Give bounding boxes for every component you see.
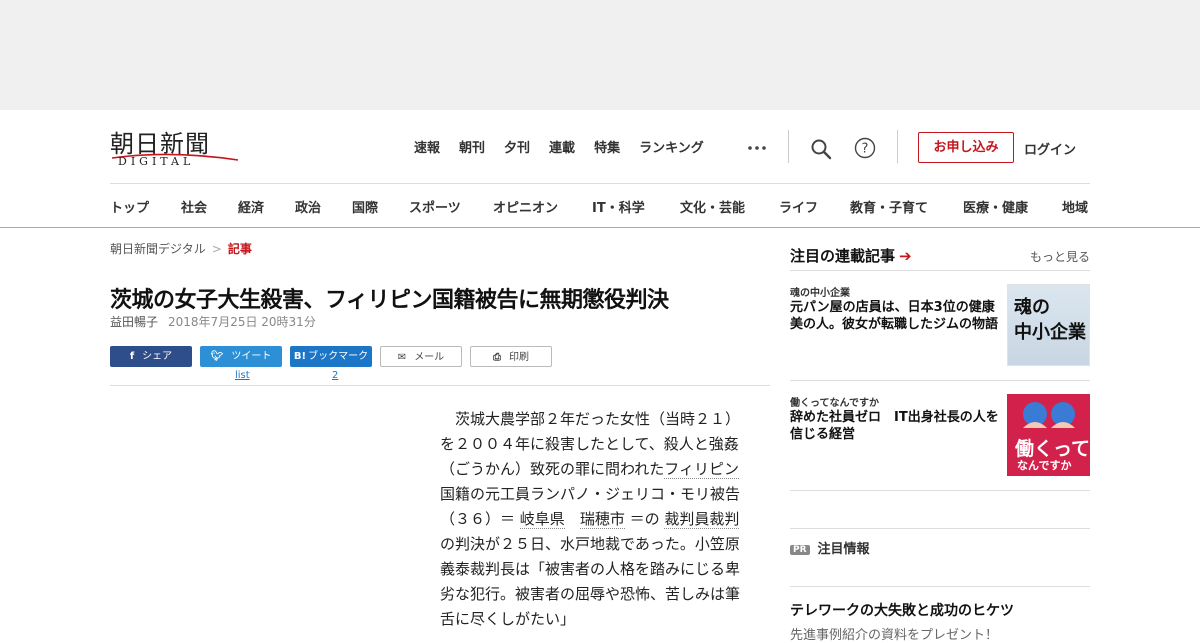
category-item-health[interactable]: 医療・健康 [963, 197, 1028, 216]
breadcrumb-home[interactable]: 朝日新聞デジタル [110, 242, 206, 256]
pr-section-label: PR 注目情報 [790, 538, 870, 557]
article-title: 茨城の女子大生殺害、フィリピン国籍被告に無期懲役判決 [110, 288, 669, 313]
category-item-life[interactable]: ライフ [779, 197, 818, 216]
hatena-bookmark-label: ブックマーク [308, 351, 369, 362]
category-item-education[interactable]: 教育・子育て [850, 197, 928, 216]
thumbnail-text: なんですか [1017, 459, 1072, 472]
twitter-share-button[interactable]: 🐦︎ ツイート [200, 346, 282, 367]
sidebar-divider [790, 380, 1090, 381]
series-thumbnail: 働くって なんですか [1007, 394, 1090, 476]
see-more-link[interactable]: もっと見る [1030, 248, 1090, 265]
link-gifu[interactable]: 岐阜県 [519, 510, 565, 529]
category-item-economy[interactable]: 経済 [238, 197, 264, 216]
site-header: 朝日新聞 DIGITAL 速報 朝刊 夕刊 連載 特集 ランキング ? お申し込… [0, 110, 1200, 228]
series-headline: 辞めた社員ゼロ IT出身社長の人を信じる経営 [790, 410, 999, 442]
topnav-item-rensai[interactable]: 連載 [549, 137, 575, 156]
sidebar-divider [790, 528, 1090, 529]
twitter-icon: 🐦︎ [210, 351, 224, 362]
featured-series-label: 注目の連載記事 [790, 247, 896, 265]
topnav-item-choukan[interactable]: 朝刊 [459, 137, 485, 156]
article-paragraph: 茨城大農学部２年だった女性（当時２１）を２００４年に殺害したとして、殺人と強姦（… [440, 407, 750, 632]
category-item-politics[interactable]: 政治 [295, 197, 321, 216]
featured-series-item[interactable]: 働くってなんですか 辞めた社員ゼロ IT出身社長の人を信じる経営 働くって なん… [790, 394, 1090, 478]
sidebar-divider [790, 490, 1090, 491]
top-nav: 速報 朝刊 夕刊 連載 特集 ランキング [414, 137, 723, 156]
share-buttons: f シェア 🐦︎ ツイート list B! ブックマーク 2 ✉ メール ⎙ 印刷 [110, 346, 770, 386]
article-byline: 益田暢子 2018年7月25日 20時31分 [110, 313, 316, 330]
help-icon[interactable]: ? [854, 137, 876, 159]
article-body: 茨城大農学部２年だった女性（当時２１）を２００４年に殺害したとして、殺人と強姦（… [440, 407, 750, 632]
topnav-item-tokushu[interactable]: 特集 [594, 137, 620, 156]
facebook-share-button[interactable]: f シェア [110, 346, 192, 367]
body-text: ＝の [629, 510, 660, 528]
article-author: 益田暢子 [110, 315, 159, 329]
pr-headline-link[interactable]: テレワークの大失敗と成功のヒケツ [790, 600, 1014, 620]
featured-series-title[interactable]: 注目の連載記事 ➔ [790, 245, 912, 266]
category-item-culture[interactable]: 文化・芸能 [680, 197, 745, 216]
thumbnail-text: 魂の 中小企業 [1014, 297, 1086, 343]
series-headline: 元パン屋の店員は、日本3位の健康美の人。彼女が転職したジムの物語 [790, 300, 999, 332]
featured-series-item[interactable]: 魂の中小企業 元パン屋の店員は、日本3位の健康美の人。彼女が転職したジムの物語 … [790, 284, 1090, 368]
twitter-share-label: ツイート [231, 351, 272, 362]
category-item-top[interactable]: トップ [110, 197, 149, 216]
login-link[interactable]: ログイン [1024, 139, 1076, 158]
people-illustration-icon [1023, 402, 1075, 428]
print-icon: ⎙ [493, 352, 501, 363]
subscribe-button[interactable]: お申し込み [918, 132, 1014, 163]
header-separator [110, 183, 1090, 184]
pr-badge: PR [790, 545, 810, 555]
header-divider [897, 130, 898, 163]
article-main: 朝日新聞デジタル > 記事 茨城の女子大生殺害、フィリピン国籍被告に無期懲役判決 益… [110, 240, 770, 628]
category-nav: トップ 社会 経済 政治 国際 スポーツ オピニオン IT・科学 文化・芸能 ラ… [110, 197, 1110, 217]
pr-label: 注目情報 [817, 542, 870, 557]
series-thumbnail: 魂の 中小企業 [1007, 284, 1090, 366]
category-item-society[interactable]: 社会 [181, 197, 207, 216]
arrow-right-icon: ➔ [899, 247, 912, 265]
twitter-count-link[interactable]: list [235, 370, 250, 381]
breadcrumb: 朝日新聞デジタル > 記事 [110, 240, 770, 257]
category-item-sports[interactable]: スポーツ [409, 197, 461, 216]
link-mizuho[interactable]: 瑞穂市 [579, 510, 625, 529]
link-saibanin[interactable]: 裁判員裁判 [664, 510, 740, 529]
category-item-it-science[interactable]: IT・科学 [592, 197, 645, 216]
breadcrumb-current: 記事 [227, 242, 252, 256]
logo-digital: DIGITAL [118, 155, 195, 168]
svg-text:?: ? [862, 142, 869, 157]
facebook-icon: f [129, 351, 135, 362]
body-text: の判決が２５日、水戸地裁であった。小笠原義泰裁判長は「被害者の人格を踏みにじる卑… [440, 535, 741, 628]
link-philippines[interactable]: フィリピン [664, 460, 739, 479]
series-name: 魂の中小企業 [790, 288, 850, 299]
hatena-icon: B! [293, 351, 307, 362]
hatena-count-link[interactable]: 2 [332, 370, 338, 381]
category-item-region[interactable]: 地域 [1062, 197, 1088, 216]
mail-share-button[interactable]: ✉ メール [380, 346, 462, 367]
topnav-item-ranking[interactable]: ランキング [639, 137, 704, 156]
topnav-item-sokuho[interactable]: 速報 [414, 137, 440, 156]
asahi-logo[interactable]: 朝日新聞 DIGITAL [110, 124, 240, 170]
category-item-opinion[interactable]: オピニオン [493, 197, 558, 216]
hatena-bookmark-button[interactable]: B! ブックマーク [290, 346, 372, 367]
facebook-share-label: シェア [142, 351, 173, 362]
pr-subtext: 先進事例紹介の資料をプレゼント！ [790, 628, 999, 643]
print-label: 印刷 [509, 352, 529, 363]
more-dots-icon[interactable] [748, 146, 766, 150]
sidebar-divider [790, 586, 1090, 587]
search-icon[interactable] [810, 138, 832, 160]
ad-banner-area [0, 0, 1200, 110]
series-name: 働くってなんですか [790, 398, 879, 409]
sidebar-divider [790, 270, 1090, 271]
mail-icon: ✉ [397, 352, 407, 363]
print-button[interactable]: ⎙ 印刷 [470, 346, 552, 367]
article-separator [110, 385, 770, 386]
mail-share-label: メール [414, 352, 445, 363]
article-date: 2018年7月25日 20時31分 [168, 315, 316, 329]
topnav-item-yuukan[interactable]: 夕刊 [504, 137, 530, 156]
category-item-international[interactable]: 国際 [352, 197, 378, 216]
breadcrumb-separator: > [211, 242, 222, 256]
header-divider [788, 130, 789, 163]
